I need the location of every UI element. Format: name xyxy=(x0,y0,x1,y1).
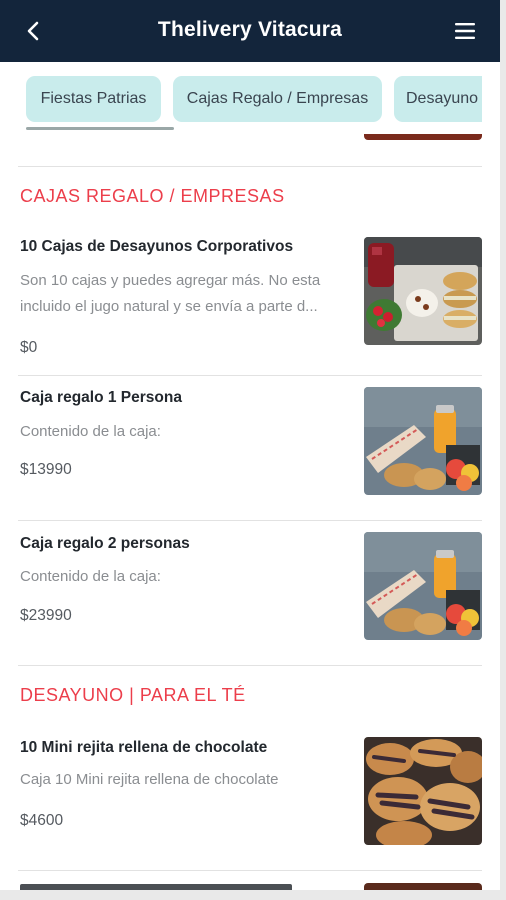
product-image[interactable] xyxy=(364,737,482,845)
previous-item-image[interactable] xyxy=(364,134,482,140)
hamburger-menu-icon xyxy=(455,23,475,39)
product-price: $4600 xyxy=(20,812,64,829)
gift-box-image xyxy=(364,532,482,640)
section-title: CAJAS REGALO / EMPRESAS xyxy=(20,186,285,206)
tab-label: Cajas Regalo / Empresas xyxy=(186,90,369,107)
product-item[interactable]: Caja regalo 2 personas Contenido de la c… xyxy=(0,521,500,665)
divider xyxy=(18,166,482,167)
app-screen: Thelivery Vitacura Fiestas Patrias Cajas… xyxy=(0,0,500,890)
top-app-bar: Thelivery Vitacura xyxy=(0,0,500,62)
scrollbar-track xyxy=(500,0,506,900)
category-tabs: Fiestas Patrias Cajas Regalo / Empresas … xyxy=(18,62,482,134)
product-image[interactable] xyxy=(364,883,482,890)
product-image[interactable] xyxy=(364,387,482,495)
product-description: Contenido de la caja: xyxy=(20,423,161,440)
breakfast-box-image xyxy=(364,237,482,345)
tab-label: Desayuno xyxy=(406,90,479,107)
bottom-edge xyxy=(0,890,506,900)
product-description: Contenido de la caja: xyxy=(20,568,161,585)
product-name: Caja regalo 2 personas xyxy=(20,535,190,552)
product-item[interactable]: 10 Cajas de Desayunos Corporativos Son 1… xyxy=(0,228,500,376)
page-title: Thelivery Vitacura xyxy=(157,18,343,41)
product-item[interactable]: Caja regalo 1 Persona Contenido de la ca… xyxy=(0,376,500,521)
gift-box-image xyxy=(364,387,482,495)
product-name: Caja regalo 1 Persona xyxy=(20,389,182,406)
tab-desayuno[interactable]: Desayuno xyxy=(394,76,482,122)
product-item[interactable] xyxy=(0,871,500,890)
active-tab-indicator xyxy=(26,127,174,130)
product-image[interactable] xyxy=(364,532,482,640)
product-name: 10 Mini rejita rellena de chocolate xyxy=(20,739,268,756)
product-price: $0 xyxy=(20,339,38,356)
product-price: $23990 xyxy=(20,607,72,624)
product-item[interactable]: 10 Mini rejita rellena de chocolate Caja… xyxy=(0,726,500,871)
tab-cajas-regalo[interactable]: Cajas Regalo / Empresas xyxy=(173,76,382,122)
product-description: Son 10 cajas y puedes agregar más. No es… xyxy=(20,272,321,315)
product-description: Caja 10 Mini rejita rellena de chocolate xyxy=(20,771,279,788)
menu-button[interactable] xyxy=(448,14,482,48)
product-image[interactable] xyxy=(364,237,482,345)
product-name: 10 Cajas de Desayunos Corporativos xyxy=(20,238,294,255)
tab-label: Fiestas Patrias xyxy=(40,90,147,107)
pastry-image xyxy=(364,737,482,845)
section-title: DESAYUNO | PARA EL TÉ xyxy=(20,685,246,705)
tab-fiestas-patrias[interactable]: Fiestas Patrias xyxy=(26,76,161,122)
divider xyxy=(18,665,482,666)
product-price: $13990 xyxy=(20,461,72,478)
